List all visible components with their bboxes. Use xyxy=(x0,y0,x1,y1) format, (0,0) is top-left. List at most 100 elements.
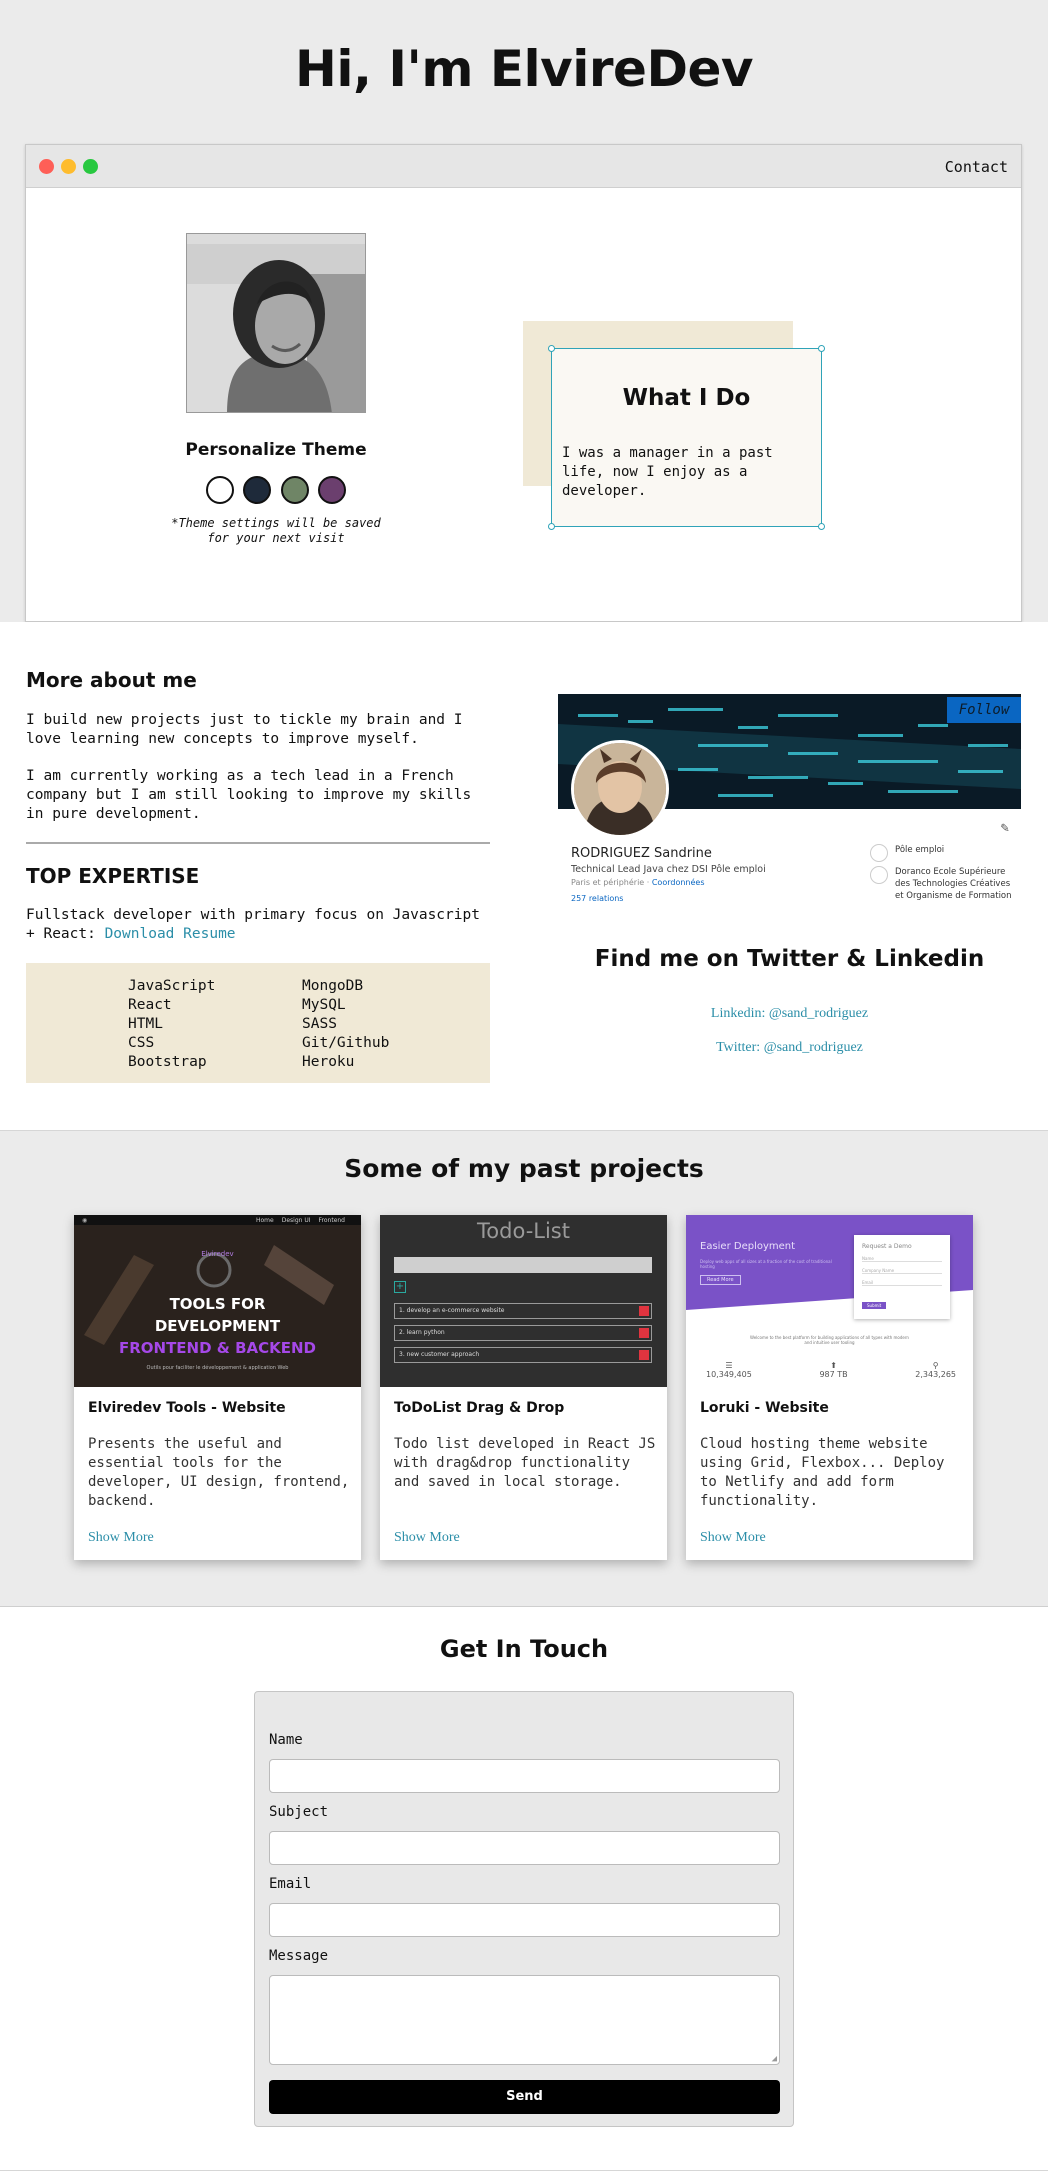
project-card: ◉ Home Design UI Frontend Elviredev TOOL… xyxy=(74,1215,361,1560)
skill-item: Heroku xyxy=(302,1054,355,1070)
send-button[interactable]: Send xyxy=(269,2080,780,2114)
thumb-heading: Easier Deployment xyxy=(700,1241,796,1252)
thumb-form-title: Request a Demo xyxy=(862,1243,912,1250)
location-text: Paris et périphérie · xyxy=(571,878,652,887)
skill-item: Bootstrap xyxy=(128,1054,207,1070)
theme-swatch-purple[interactable] xyxy=(317,476,346,504)
school-name: Doranco Ecole Supérieure des Technologie… xyxy=(895,867,1012,901)
thumb-tagline: Welcome to the best platform for buildin… xyxy=(750,1335,909,1345)
linkedin-school: Doranco Ecole Supérieure des Technologie… xyxy=(870,866,1015,902)
hero-title: Hi, I'm ElvireDev xyxy=(295,40,753,98)
project-thumbnail: Easier Deployment Deploy web apps of all… xyxy=(686,1215,973,1387)
theme-swatch-light[interactable] xyxy=(206,476,234,504)
edit-pencil-icon[interactable]: ✎ xyxy=(1001,820,1009,836)
theme-title: Personalize Theme xyxy=(185,440,367,460)
thumb-todo-item: 3. new customer approach xyxy=(394,1347,652,1363)
social-title: Find me on Twitter & Linkedin xyxy=(594,946,985,972)
thumb-blurb: Deploy web apps of all sizes at a fracti… xyxy=(700,1259,832,1269)
whatido-card: What I Do I was a manager in a past life… xyxy=(548,345,825,530)
thumb-form-field: Email xyxy=(862,1280,942,1286)
thumb-brand-logo: ◉ xyxy=(82,1217,88,1224)
resize-handle[interactable] xyxy=(548,345,555,352)
thumb-heading: Todo-List xyxy=(477,1219,570,1243)
school-logo-icon xyxy=(870,866,888,884)
linkedin-headline: Technical Lead Java chez DSI Pôle emploi xyxy=(571,864,766,875)
thumb-nav-item: Design UI xyxy=(281,1217,311,1224)
project-card: Todo-List + 1. develop an e-commerce web… xyxy=(380,1215,667,1560)
divider xyxy=(0,1130,1048,1131)
thumb-heading: FRONTEND & BACKEND xyxy=(118,1339,317,1357)
thumb-heading: DEVELOPMENT xyxy=(154,1317,281,1335)
thumb-stat: ☰ 10,349,405 xyxy=(706,1361,752,1379)
thumb-cta: Read More xyxy=(700,1275,741,1285)
linkedin-avatar xyxy=(571,740,669,838)
message-field[interactable]: ◢ xyxy=(269,1975,780,2065)
thumb-form-field: Name xyxy=(862,1256,942,1262)
theme-swatch-green[interactable] xyxy=(280,476,309,504)
skill-item: MongoDB xyxy=(302,978,364,994)
show-more-link[interactable]: Show More xyxy=(700,1530,766,1546)
resize-grip-icon[interactable]: ◢ xyxy=(772,2054,777,2064)
name-field[interactable] xyxy=(269,1759,780,1793)
thumb-todo-text: 1. develop an e-commerce website xyxy=(399,1307,505,1314)
thumb-stat-value: 2,343,265 xyxy=(915,1370,956,1379)
project-description: Todo list developed in React JS with dra… xyxy=(394,1436,656,1490)
message-label: Message xyxy=(269,1948,329,1964)
thumb-form-submit: Submit xyxy=(862,1302,887,1309)
project-thumbnail: ◉ Home Design UI Frontend Elviredev TOOL… xyxy=(74,1215,361,1387)
thumb-form-field: Company Name xyxy=(862,1268,942,1274)
linkedin-profile-card[interactable]: Follow ✎ RODRIGUEZ Sandrine Technical Le… xyxy=(558,694,1021,906)
browser-window: Contact Personalize Theme *Theme setting… xyxy=(25,144,1022,622)
expertise-title: TOP EXPERTISE xyxy=(26,864,200,888)
thumb-todo-text: 3. new customer approach xyxy=(399,1351,480,1358)
contact-link[interactable]: Contact xyxy=(945,158,1008,176)
download-resume-link[interactable]: Download Resume xyxy=(105,926,236,942)
follow-button[interactable]: Follow xyxy=(947,697,1021,723)
linkedin-location: Paris et périphérie · Coordonnées xyxy=(571,878,705,887)
projects-title: Some of my past projects xyxy=(344,1154,704,1183)
skill-item: React xyxy=(128,997,172,1013)
close-dot-icon xyxy=(39,159,54,174)
linkedin-link[interactable]: Linkedin: @sand_rodriguez xyxy=(558,1006,1021,1022)
twitter-link[interactable]: Twitter: @sand_rodriguez xyxy=(558,1040,1021,1056)
thumb-stat-value: 10,349,405 xyxy=(706,1370,752,1379)
thumb-stat: ⚲ 2,343,265 xyxy=(915,1361,956,1379)
email-field[interactable] xyxy=(269,1903,780,1937)
about-title: More about me xyxy=(26,668,197,692)
skill-item: JavaScript xyxy=(128,978,216,994)
project-thumbnail: Todo-List + 1. develop an e-commerce web… xyxy=(380,1215,667,1387)
resize-handle[interactable] xyxy=(818,523,825,530)
project-title: Elviredev Tools - Website xyxy=(88,1400,286,1416)
thumb-add-icon: + xyxy=(394,1281,406,1293)
skill-item: CSS xyxy=(128,1035,155,1051)
thumb-stat-value: 987 TB xyxy=(819,1370,848,1379)
contact-title: Get In Touch xyxy=(439,1635,609,1663)
theme-swatch-dark[interactable] xyxy=(243,476,272,504)
contact-section: Get In Touch Name Subject Email Message … xyxy=(0,1607,1048,2173)
profile-photo xyxy=(186,233,366,413)
skill-item: Git/Github xyxy=(302,1035,390,1051)
about-section: More about me I build new projects just … xyxy=(0,622,1048,1131)
linkedin-connections[interactable]: 257 relations xyxy=(571,894,623,903)
skill-item: HTML xyxy=(128,1016,163,1032)
subject-field[interactable] xyxy=(269,1831,780,1865)
thumb-nav: Home Design UI Frontend xyxy=(256,1217,345,1224)
project-card: Easier Deployment Deploy web apps of all… xyxy=(686,1215,973,1560)
linkedin-company: Pôle emploi xyxy=(870,844,1015,862)
show-more-link[interactable]: Show More xyxy=(394,1530,460,1546)
thumb-brand: Elviredev xyxy=(201,1250,234,1258)
show-more-link[interactable]: Show More xyxy=(88,1530,154,1546)
contact-info-link[interactable]: Coordonnées xyxy=(652,878,705,887)
resize-handle[interactable] xyxy=(548,523,555,530)
divider xyxy=(0,2170,1048,2171)
thumb-nav-item: Home xyxy=(256,1217,274,1224)
resize-handle[interactable] xyxy=(818,345,825,352)
company-logo-icon xyxy=(870,844,888,862)
project-description: Presents the useful and essential tools … xyxy=(88,1436,350,1509)
thumb-caption: Outils pour faciliter le développement &… xyxy=(146,1365,289,1371)
about-paragraph: I am currently working as a tech lead in… xyxy=(26,768,472,822)
thumb-delete-icon xyxy=(639,1328,649,1338)
theme-swatches xyxy=(206,476,346,504)
project-title: Loruki - Website xyxy=(700,1400,829,1416)
thumb-todo-text: 2. learn python xyxy=(399,1329,445,1336)
